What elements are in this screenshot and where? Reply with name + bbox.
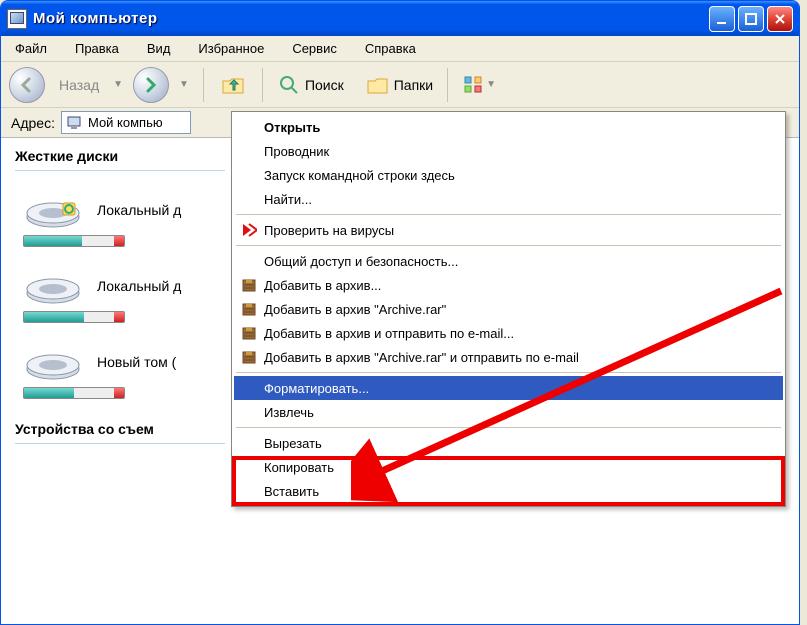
maximize-button[interactable] bbox=[738, 6, 764, 32]
menubar: Файл Правка Вид Избранное Сервис Справка bbox=[1, 36, 799, 62]
ctx-separator bbox=[236, 245, 781, 246]
menu-favorites[interactable]: Избранное bbox=[194, 39, 268, 58]
drive-usage-bar bbox=[23, 235, 125, 247]
my-computer-small-icon bbox=[66, 115, 84, 131]
address-label: Адрес: bbox=[11, 115, 55, 131]
context-menu: Открыть Проводник Запуск командной строк… bbox=[231, 111, 786, 507]
winrar-icon bbox=[240, 348, 258, 366]
menu-edit[interactable]: Правка bbox=[71, 39, 123, 58]
toolbar-separator bbox=[203, 68, 204, 102]
forward-dropdown-icon[interactable]: ▼ bbox=[179, 79, 189, 90]
menu-tools[interactable]: Сервис bbox=[288, 39, 341, 58]
address-field[interactable]: Мой компью bbox=[61, 111, 191, 134]
ctx-copy[interactable]: Копировать bbox=[234, 455, 783, 479]
hard-drive-icon bbox=[23, 265, 83, 307]
search-icon bbox=[277, 73, 301, 97]
section-hard-drives: Жесткие диски bbox=[15, 144, 225, 171]
my-computer-icon bbox=[7, 9, 27, 29]
winrar-icon bbox=[240, 300, 258, 318]
ctx-add-archive-email[interactable]: Добавить в архив и отправить по e-mail..… bbox=[234, 321, 783, 345]
ctx-find[interactable]: Найти... bbox=[234, 187, 783, 211]
ctx-paste[interactable]: Вставить bbox=[234, 479, 783, 503]
window-title: Мой компьютер bbox=[33, 10, 709, 27]
search-label: Поиск bbox=[305, 77, 344, 93]
search-button[interactable]: Поиск bbox=[277, 73, 344, 97]
back-button[interactable] bbox=[9, 67, 45, 103]
ctx-cut[interactable]: Вырезать bbox=[234, 431, 783, 455]
toolbar-separator-3 bbox=[447, 68, 448, 102]
toolbar: Назад ▼ ▼ Поиск Папки bbox=[1, 62, 799, 108]
ctx-eject[interactable]: Извлечь bbox=[234, 400, 783, 424]
forward-button[interactable] bbox=[133, 67, 169, 103]
menu-view[interactable]: Вид bbox=[143, 39, 175, 58]
ctx-add-archive[interactable]: Добавить в архив... bbox=[234, 273, 783, 297]
views-dropdown-icon[interactable]: ▼ bbox=[486, 79, 496, 90]
drive-label: Локальный д bbox=[97, 278, 181, 294]
views-icon bbox=[462, 73, 486, 97]
toolbar-separator-2 bbox=[262, 68, 263, 102]
minimize-button[interactable] bbox=[709, 6, 735, 32]
hard-drive-icon bbox=[23, 189, 83, 231]
address-value: Мой компью bbox=[88, 115, 163, 130]
section-removable: Устройства со съем bbox=[15, 417, 225, 444]
ctx-cmd-here[interactable]: Запуск командной строки здесь bbox=[234, 163, 783, 187]
titlebar[interactable]: Мой компьютер bbox=[1, 1, 799, 36]
ctx-separator bbox=[236, 214, 781, 215]
ctx-explorer[interactable]: Проводник bbox=[234, 139, 783, 163]
folders-icon bbox=[366, 73, 390, 97]
drive-usage-bar bbox=[23, 311, 125, 323]
window-buttons bbox=[709, 6, 793, 32]
menu-help[interactable]: Справка bbox=[361, 39, 420, 58]
views-button[interactable]: ▼ bbox=[462, 73, 496, 97]
ctx-separator bbox=[236, 372, 781, 373]
ctx-virus-check[interactable]: Проверить на вирусы bbox=[234, 218, 783, 242]
window: Мой компьютер Файл Правка Вид Избранное … bbox=[0, 0, 800, 625]
close-button[interactable] bbox=[767, 6, 793, 32]
drive-label: Локальный д bbox=[97, 202, 181, 218]
ctx-format[interactable]: Форматировать... bbox=[234, 376, 783, 400]
back-label: Назад bbox=[59, 77, 99, 93]
folders-label: Папки bbox=[394, 77, 433, 93]
kaspersky-icon bbox=[240, 221, 258, 239]
folder-up-button[interactable] bbox=[218, 71, 248, 99]
winrar-icon bbox=[240, 324, 258, 342]
ctx-add-archive-rar-email[interactable]: Добавить в архив "Archive.rar" и отправи… bbox=[234, 345, 783, 369]
ctx-separator bbox=[236, 427, 781, 428]
hard-drive-icon bbox=[23, 341, 83, 383]
drive-usage-bar bbox=[23, 387, 125, 399]
back-dropdown-icon[interactable]: ▼ bbox=[113, 79, 123, 90]
ctx-open[interactable]: Открыть bbox=[234, 115, 783, 139]
drive-label: Новый том ( bbox=[97, 354, 176, 370]
menu-file[interactable]: Файл bbox=[11, 39, 51, 58]
folders-button[interactable]: Папки bbox=[366, 73, 433, 97]
ctx-add-archive-rar[interactable]: Добавить в архив "Archive.rar" bbox=[234, 297, 783, 321]
winrar-icon bbox=[240, 276, 258, 294]
ctx-sharing[interactable]: Общий доступ и безопасность... bbox=[234, 249, 783, 273]
